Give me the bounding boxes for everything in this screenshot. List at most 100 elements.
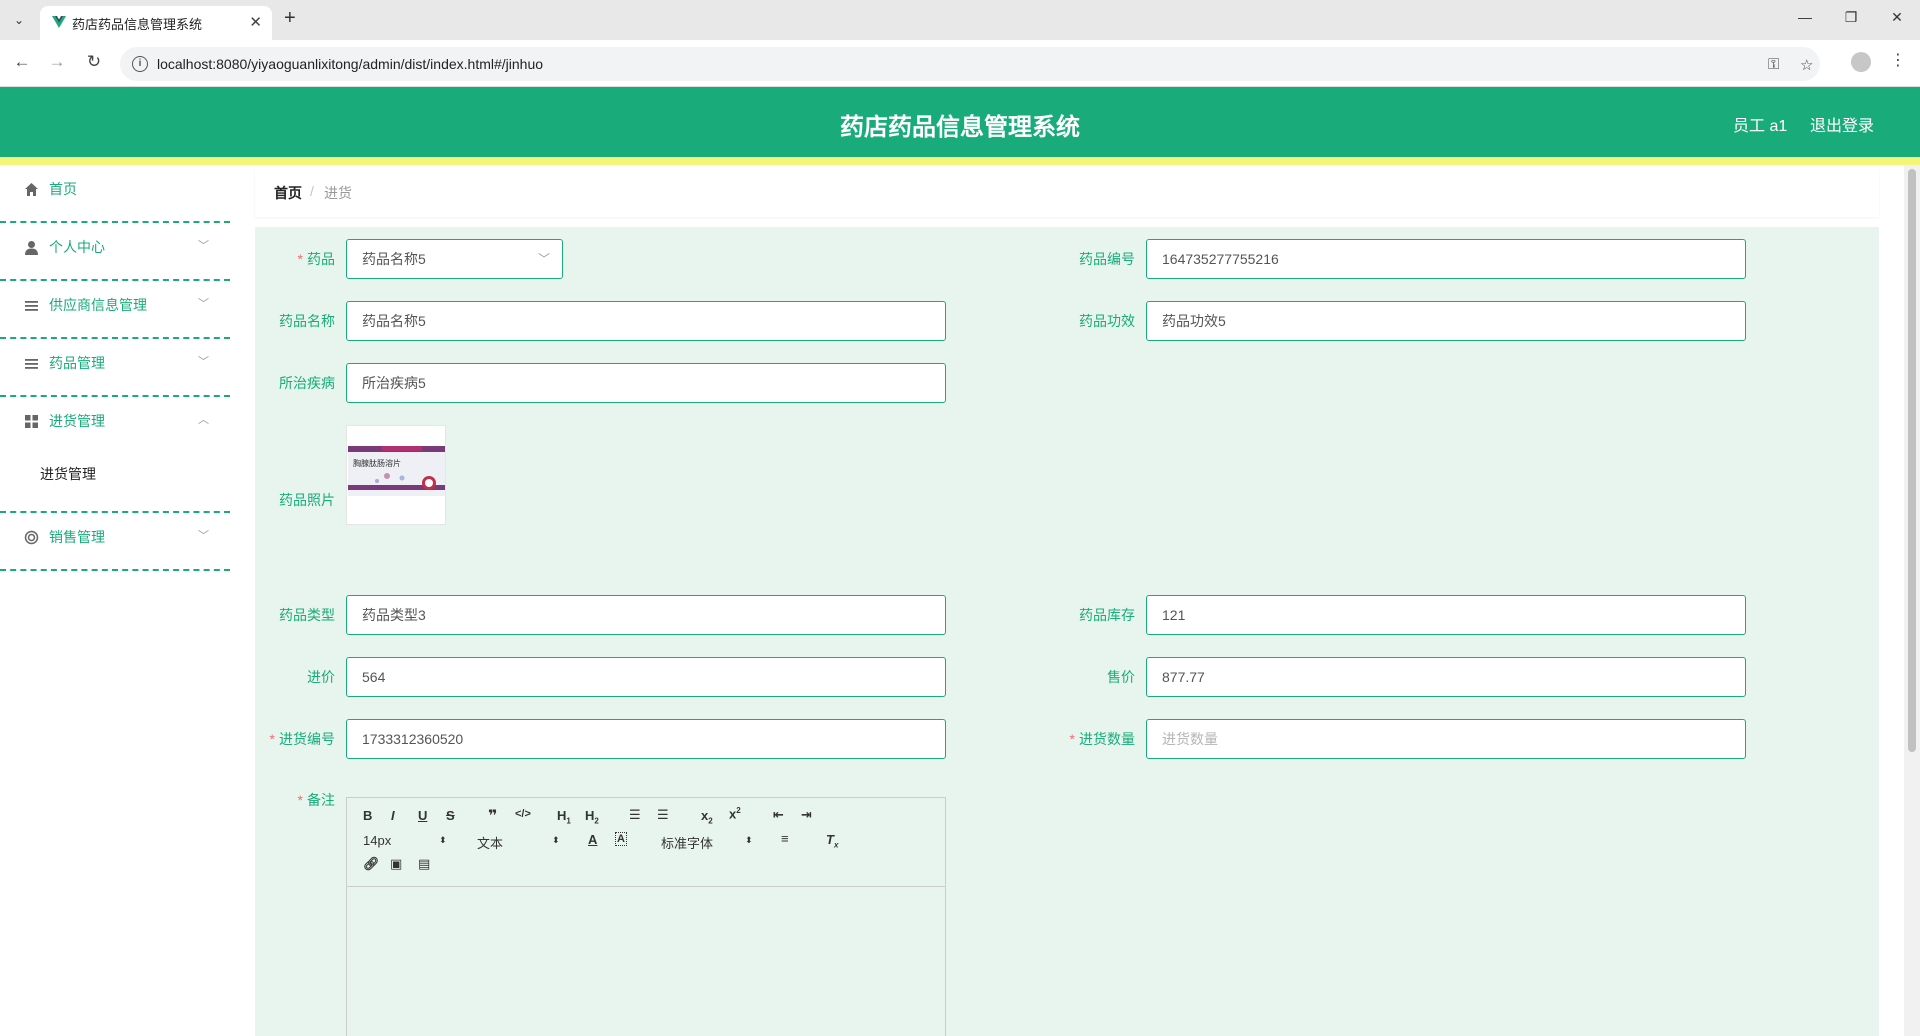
- sidebar: 首页 个人中心 ﹀ 供应商信息管理 ﹀ 药品管理 ﹀ 进货管理 ︿ 进货管理 销…: [0, 165, 230, 1036]
- rich-text-editor: B I U S ❞ </> H1 H2 ☰ ☰ x2 x2 ⇤ ⇥ 14px ⬍…: [346, 797, 946, 1036]
- purchase-no-field[interactable]: 1733312360520: [346, 719, 946, 759]
- chevron-down-icon: ﹀: [198, 298, 209, 310]
- sidebar-item-drugs[interactable]: 药品管理 ﹀: [0, 339, 230, 397]
- drug-select[interactable]: 药品名称5 ﹀: [346, 239, 563, 279]
- sidebar-item-sales[interactable]: 销售管理 ﹀: [0, 513, 230, 571]
- tab-search-button[interactable]: ⌄: [8, 9, 30, 31]
- disease-field[interactable]: 所治疾病5: [346, 363, 946, 403]
- ordered-list-icon[interactable]: ☰: [629, 807, 641, 823]
- background-color-icon[interactable]: A: [615, 832, 627, 846]
- purchase-qty-field[interactable]: 进货数量: [1146, 719, 1746, 759]
- sidebar-item-purchase[interactable]: 进货管理 ︿ 进货管理: [0, 397, 230, 513]
- code-block-icon[interactable]: </>: [515, 808, 531, 820]
- sidebar-item-personal[interactable]: 个人中心 ﹀: [0, 223, 230, 281]
- efficacy-label: 药品功效: [1079, 313, 1135, 329]
- blockquote-icon[interactable]: ❞: [488, 806, 497, 826]
- tab-close-icon[interactable]: ✕: [249, 13, 262, 31]
- drug-no-label: 药品编号: [1079, 251, 1135, 267]
- photo-label: 药品照片: [279, 492, 335, 508]
- menu-icon: [25, 359, 38, 369]
- stock-field[interactable]: 121: [1146, 595, 1746, 635]
- chevron-down-icon: ﹀: [537, 252, 550, 266]
- address-bar: ← → ↻ i localhost:8080/yiyaoguanlixitong…: [0, 40, 1920, 87]
- chevron-down-icon: ﹀: [198, 356, 209, 368]
- font-size-caret-icon: ⬍: [439, 835, 447, 845]
- header2-button[interactable]: H2: [585, 808, 599, 826]
- sidebar-item-home[interactable]: 首页: [0, 165, 230, 223]
- submenu-item-purchase[interactable]: 进货管理: [40, 464, 96, 484]
- vue-favicon-icon: [52, 16, 66, 28]
- grid-icon: [25, 415, 38, 428]
- purchase-no-label: * 进货编号: [269, 731, 335, 747]
- superscript-button[interactable]: x2: [729, 806, 741, 821]
- font-size-select[interactable]: 14px: [363, 833, 391, 848]
- logout-link[interactable]: 退出登录: [1810, 112, 1874, 136]
- cost-field[interactable]: 564: [346, 657, 946, 697]
- drug-type-label: 药品类型: [279, 607, 335, 623]
- page-scrollbar[interactable]: [1904, 165, 1920, 1036]
- browser-tab[interactable]: 药店药品信息管理系统 ✕: [40, 6, 272, 40]
- sidebar-item-label: 进货管理: [49, 413, 105, 429]
- efficacy-field[interactable]: 药品功效5: [1146, 301, 1746, 341]
- reload-icon[interactable]: ↻: [82, 52, 106, 72]
- home-icon: [25, 183, 38, 196]
- bullet-list-icon[interactable]: ☰: [657, 807, 669, 823]
- header1-button[interactable]: H1: [557, 808, 571, 826]
- scrollbar-thumb[interactable]: [1908, 169, 1916, 752]
- header-stripe: [0, 157, 1920, 165]
- sidebar-item-label: 首页: [49, 181, 77, 197]
- header-style-caret-icon: ⬍: [552, 835, 560, 845]
- outdent-icon[interactable]: ⇤: [773, 807, 784, 823]
- password-key-icon[interactable]: ⚿: [1768, 56, 1779, 73]
- url-text[interactable]: localhost:8080/yiyaoguanlixitong/admin/d…: [157, 56, 543, 72]
- editor-content-area[interactable]: [347, 888, 945, 1036]
- breadcrumb-separator: /: [310, 183, 314, 199]
- underline-button[interactable]: U: [418, 808, 427, 823]
- sidebar-item-supplier[interactable]: 供应商信息管理 ﹀: [0, 281, 230, 339]
- menu-icon: [25, 301, 38, 311]
- clear-format-icon[interactable]: Tx: [826, 832, 838, 850]
- drug-no-field[interactable]: 164735277755216: [1146, 239, 1746, 279]
- profile-avatar-icon[interactable]: [1851, 52, 1871, 72]
- image-icon[interactable]: ▣: [390, 856, 402, 872]
- drug-type-field[interactable]: 药品类型3: [346, 595, 946, 635]
- back-icon[interactable]: ←: [10, 52, 34, 72]
- new-tab-icon[interactable]: +: [284, 7, 296, 30]
- breadcrumb-home[interactable]: 首页: [274, 183, 302, 203]
- strike-button[interactable]: S: [446, 808, 455, 823]
- user-label: 员工 a1: [1733, 118, 1788, 135]
- video-icon[interactable]: ▤: [418, 856, 430, 872]
- tab-title: 药店药品信息管理系统: [72, 17, 203, 32]
- restore-icon[interactable]: ❐: [1836, 9, 1866, 26]
- indent-icon[interactable]: ⇥: [801, 807, 812, 823]
- chevron-down-icon: ﹀: [198, 240, 209, 252]
- link-icon[interactable]: 🔗︎: [363, 856, 380, 872]
- drug-photo[interactable]: 胸腺肽肠溶片: [346, 425, 446, 525]
- cost-label: 进价: [307, 669, 335, 685]
- site-info-icon[interactable]: i: [132, 56, 148, 72]
- bold-button[interactable]: B: [363, 808, 372, 823]
- editor-toolbar: B I U S ❞ </> H1 H2 ☰ ☰ x2 x2 ⇤ ⇥ 14px ⬍…: [347, 798, 945, 887]
- window-close-icon[interactable]: ✕: [1882, 9, 1912, 26]
- sidebar-item-label: 销售管理: [49, 529, 105, 545]
- price-field[interactable]: 877.77: [1146, 657, 1746, 697]
- sidebar-item-label: 供应商信息管理: [49, 297, 147, 313]
- browser-tabbar: ⌄ 药店药品信息管理系统 ✕ + — ❐ ✕: [0, 0, 1920, 40]
- italic-button[interactable]: I: [391, 808, 395, 823]
- forward-icon[interactable]: →: [45, 52, 69, 72]
- font-family-select[interactable]: 标准字体: [661, 833, 713, 852]
- browser-menu-icon[interactable]: ⋮: [1890, 50, 1906, 70]
- breadcrumb-current: 进货: [324, 185, 352, 201]
- omnibox[interactable]: i localhost:8080/yiyaoguanlixitong/admin…: [120, 47, 1820, 81]
- font-color-icon[interactable]: A: [588, 832, 597, 847]
- subscript-button[interactable]: x2: [701, 808, 713, 826]
- minimize-icon[interactable]: —: [1790, 9, 1820, 25]
- bookmark-star-icon[interactable]: ☆: [1800, 56, 1813, 74]
- header-style-select[interactable]: 文本: [477, 833, 503, 852]
- align-icon[interactable]: ≡: [781, 831, 789, 846]
- user-icon: [25, 241, 38, 255]
- drug-name-field[interactable]: 药品名称5: [346, 301, 946, 341]
- remark-label: * 备注: [297, 792, 335, 808]
- svg-text:胸腺肽肠溶片: 胸腺肽肠溶片: [353, 458, 401, 468]
- sidebar-item-label: 药品管理: [49, 355, 105, 371]
